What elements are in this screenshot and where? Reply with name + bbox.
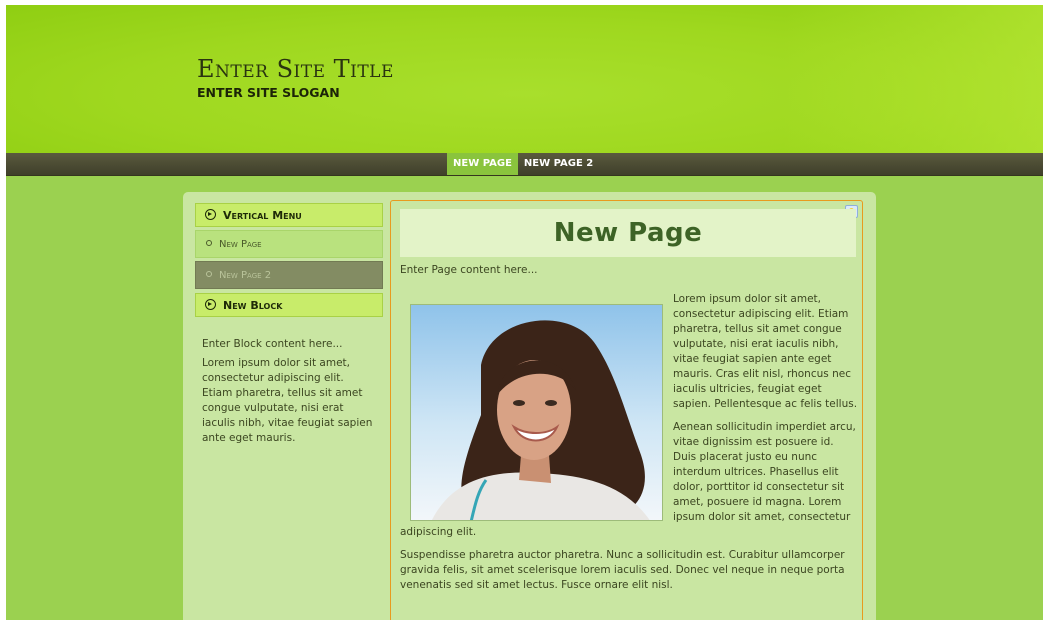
content-box: Vertical Menu New Page New Page 2 New Bl… bbox=[183, 192, 876, 620]
paragraph-3: Suspendisse pharetra auctor pharetra. Nu… bbox=[400, 549, 845, 591]
page: Enter Site Title ENTER SITE SLOGAN NEW P… bbox=[6, 5, 1043, 620]
arrow-circle-icon bbox=[205, 209, 216, 220]
arrow-circle-icon bbox=[205, 299, 216, 310]
block-intro: Enter Block content here... bbox=[202, 338, 343, 350]
vmenu-item-new-page[interactable]: New Page bbox=[195, 230, 383, 258]
site-header: Enter Site Title ENTER SITE SLOGAN bbox=[6, 5, 1043, 153]
page-title-bar: New Page bbox=[400, 209, 856, 257]
nav-item-new-page[interactable]: NEW PAGE bbox=[447, 153, 518, 175]
vmenu-item-label: New Page bbox=[219, 239, 262, 250]
nav-items: NEW PAGE NEW PAGE 2 bbox=[447, 153, 599, 175]
bullet-icon bbox=[206, 240, 212, 246]
vertical-menu-header: Vertical Menu bbox=[195, 203, 383, 227]
sidebar: Vertical Menu New Page New Page 2 New Bl… bbox=[195, 203, 383, 450]
page-intro: Enter Page content here... bbox=[400, 264, 538, 276]
main-navigation: NEW PAGE NEW PAGE 2 bbox=[6, 153, 1043, 176]
page-title: New Page bbox=[553, 218, 703, 248]
vertical-menu-title: Vertical Menu bbox=[223, 209, 302, 222]
main-content: New Page Enter Page content here... Lore… bbox=[390, 200, 863, 620]
site-title[interactable]: Enter Site Title bbox=[197, 55, 394, 83]
vmenu-item-new-page-2[interactable]: New Page 2 bbox=[195, 261, 383, 289]
bullet-icon bbox=[206, 271, 212, 277]
woman-photo bbox=[410, 304, 663, 521]
new-block-title: New Block bbox=[223, 299, 283, 312]
block-text: Lorem ipsum dolor sit amet, consectetur … bbox=[202, 357, 373, 444]
new-block-header: New Block bbox=[195, 293, 383, 317]
vmenu-item-label: New Page 2 bbox=[219, 270, 272, 281]
new-block-content: Enter Block content here... Lorem ipsum … bbox=[195, 317, 383, 446]
nav-item-new-page-2[interactable]: NEW PAGE 2 bbox=[518, 153, 599, 175]
site-slogan: ENTER SITE SLOGAN bbox=[197, 85, 340, 100]
article: Enter Page content here... Lorem ipsum d… bbox=[400, 263, 860, 601]
